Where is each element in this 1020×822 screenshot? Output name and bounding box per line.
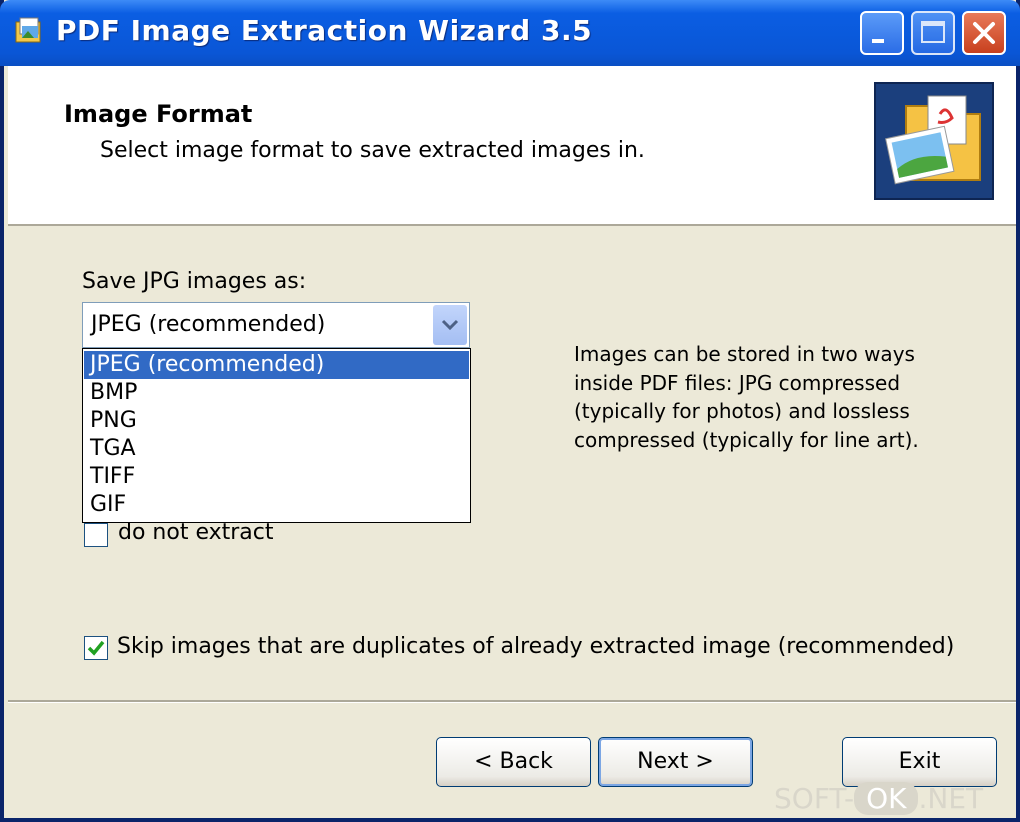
page-title: Image Format [64,100,253,128]
back-button[interactable]: < Back [436,737,591,787]
watermark: SOFT- OK .NET [774,782,983,815]
chevron-down-icon [441,319,459,331]
close-button[interactable] [962,11,1006,55]
folder-pdf-picture-icon [876,84,992,198]
minimize-button[interactable] [860,11,904,55]
minimize-icon [872,39,884,43]
dropdown-option[interactable]: TGA [84,435,469,463]
wizard-image [874,82,994,200]
next-button[interactable]: Next > [598,737,753,787]
skip-duplicates-checkbox[interactable] [84,636,108,660]
maximize-button[interactable] [911,11,955,55]
app-icon [15,17,41,43]
format-selected-value: JPEG (recommended) [91,312,326,337]
maximize-icon [921,21,945,43]
watermark-left: SOFT- [774,782,855,815]
window-title: PDF Image Extraction Wizard 3.5 [56,14,593,47]
format-dropdown-list[interactable]: JPEG (recommended) BMP PNG TGA TIFF GIF [82,348,471,523]
exit-button[interactable]: Exit [842,737,997,787]
watermark-right: .NET [918,782,984,815]
checkmark-icon [87,640,105,656]
format-combobox[interactable]: JPEG (recommended) [82,302,470,348]
dropdown-option[interactable]: GIF [84,491,469,519]
dropdown-option[interactable]: TIFF [84,463,469,491]
info-text: Images can be stored in two ways inside … [574,342,919,452]
do-not-extract-checkbox[interactable] [84,523,108,547]
format-label: Save JPG images as: [82,269,307,294]
skip-duplicates-label: Skip images that are duplicates of alrea… [117,634,955,659]
footer-divider [8,700,1016,703]
wizard-window: PDF Image Extraction Wizard 3.5 Image Fo… [0,0,1020,822]
title-bar[interactable]: PDF Image Extraction Wizard 3.5 [0,0,1020,66]
watermark-ok: OK [854,782,919,815]
do-not-extract-label: do not extract [118,520,274,545]
dropdown-option[interactable]: PNG [84,407,469,435]
wizard-header: Image Format Select image format to save… [8,66,1016,226]
close-icon [973,22,995,44]
dropdown-option[interactable]: JPEG (recommended) [84,351,469,379]
dropdown-option[interactable]: BMP [84,379,469,407]
dropdown-button[interactable] [433,305,467,345]
page-subtitle: Select image format to save extracted im… [100,138,645,163]
